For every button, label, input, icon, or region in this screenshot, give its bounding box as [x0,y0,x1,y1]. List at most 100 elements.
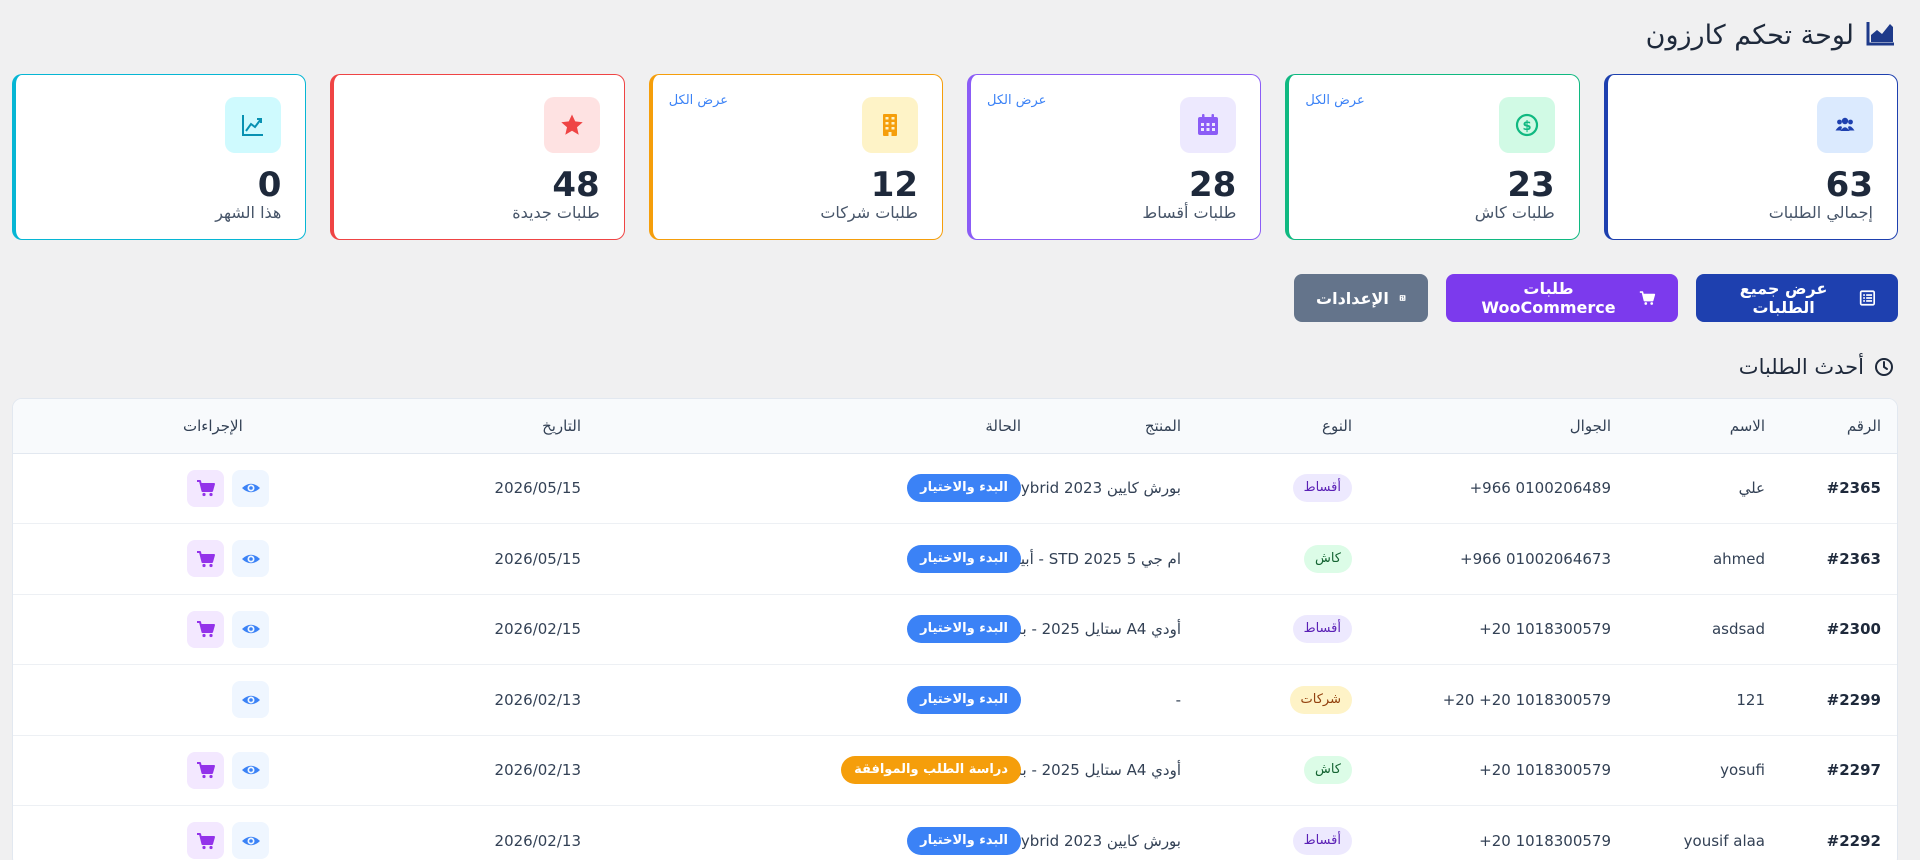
status-badge: البدء والاختيار [907,474,1021,503]
status-badge: دراسة الطلب والموافقة [841,756,1021,785]
col-actions-label: الإجراءات [183,416,243,435]
customer-phone: +966 01002064673 [1352,523,1625,595]
order-date: 2026/05/15 [269,523,581,595]
stat-label: هذا الشهر [215,203,282,222]
page-header: لوحة تحكم كارزون [12,0,1898,66]
order-number: #2297 [1765,735,1897,806]
status-cell: البدء والاختيار [581,805,1021,860]
settings-button[interactable]: الإعدادات [1294,274,1428,322]
status-cell: البدء والاختيار [581,594,1021,665]
product-name: بورش كايين E-Hybrid 2023 - أسود [949,805,1181,860]
star-icon [543,97,600,153]
sliders-icon [1399,295,1406,301]
customer-phone: +20 1018300579 [1352,805,1625,860]
view-button[interactable] [232,822,269,860]
order-number: #2292 [1765,805,1897,860]
status-badge: البدء والاختيار [907,826,1021,855]
stat-card: 63 إجمالي الطلبات [1603,74,1898,240]
product-name: ام جي 5 STD 2025 - أبيض [1003,523,1181,595]
col-status: الحالة [581,399,1021,454]
view-button[interactable] [232,540,269,578]
customer-name: علي [1625,453,1765,524]
order-date: 2026/02/13 [269,735,581,806]
order-date: 2026/02/13 [269,805,581,860]
actions-cell [13,735,269,806]
stat-label: إجمالي الطلبات [1768,203,1873,222]
stat-card: 28 طلبات أقساط عرض الكل [967,74,1262,240]
order-type-badge: كاش [1303,544,1352,573]
actions-cell [13,805,269,860]
view-button[interactable] [232,610,269,648]
actions-cell [13,523,269,595]
product-name: أودي A4 ستايل 2025 - برتقالي [981,594,1181,665]
eye-icon [241,478,261,498]
order-number: #2363 [1765,523,1897,595]
view-all-link[interactable]: عرض الكل [669,93,728,108]
eye-icon [241,549,261,569]
cart-button[interactable] [187,610,224,648]
col-type: النوع [1181,399,1352,454]
view-button[interactable] [232,681,269,719]
stat-card: 48 طلبات جديدة [330,74,625,240]
customer-name: yousif alaa [1625,805,1765,860]
all-orders-label: عرض جميع الطلبات [1739,279,1828,317]
stat-label: طلبات أقساط [1142,203,1237,222]
eye-icon [241,760,261,780]
status-cell: البدء والاختيار [581,664,1021,736]
calendar-icon [1180,97,1237,153]
stat-label: طلبات جديدة [512,203,600,222]
customer-name: asdsad [1625,594,1765,665]
actions-cell [13,453,269,524]
chart-line-icon [225,97,282,153]
col-product: المنتج [1021,399,1181,454]
stats-row: 63 إجمالي الطلبات $ 23 طلبات كاش عرض الك… [12,74,1898,240]
status-badge: البدء والاختيار [907,544,1021,573]
status-cell: البدء والاختيار [581,523,1021,595]
cart-button[interactable] [187,469,224,507]
actions-cell [13,594,269,665]
table-row: #2292 yousif alaa +20 1018300579 أقساط ب… [13,805,1897,860]
cart-button[interactable] [187,751,224,789]
woocommerce-orders-button[interactable]: طلبات WooCommerce [1446,274,1678,322]
chart-area-icon [1866,19,1896,51]
stat-label: طلبات كاش [1474,203,1555,222]
view-button[interactable] [232,751,269,789]
eye-icon [241,831,261,851]
stat-value: 63 [1825,165,1873,205]
view-all-link[interactable]: عرض الكل [1305,93,1364,108]
status-badge: البدء والاختيار [907,615,1021,644]
settings-label: الإعدادات [1316,288,1389,308]
product-name: أودي A4 ستايل 2025 - برتقالي [981,735,1181,806]
order-type-badge: أقساط [1292,826,1352,855]
cart-icon [196,619,216,639]
stat-card: 12 طلبات شركات عرض الكل [648,74,944,240]
cart-icon [196,760,216,780]
customer-phone: +20 1018300579 [1352,735,1625,806]
users-icon [1817,97,1873,153]
stat-value: 0 [257,165,282,205]
building-icon [862,97,919,153]
stat-value: 23 [1507,165,1555,205]
list-icon [1859,290,1876,306]
stat-card: $ 23 طلبات كاش عرض الكل [1285,74,1580,240]
customer-phone: +20 +20 1018300579 [1352,664,1625,736]
cart-icon [196,549,216,569]
recent-orders-table: الرقم الاسم الجوال النوع المنتج الحالة ا… [12,398,1898,860]
order-type-cell: كاش [1181,735,1352,806]
cart-icon [1639,291,1656,305]
order-type-cell: أقساط [1181,453,1352,524]
actions-cell [13,664,269,736]
order-number: #2300 [1765,594,1897,665]
order-number: #2365 [1765,453,1897,524]
cart-icon [196,831,216,851]
col-date: التاريخ [269,399,581,454]
stat-value: 28 [1189,165,1237,205]
all-orders-button[interactable]: عرض جميع الطلبات [1696,274,1898,322]
cart-button[interactable] [187,822,224,860]
stat-value: 12 [870,165,919,205]
view-all-link[interactable]: عرض الكل [987,93,1046,108]
view-button[interactable] [232,469,269,507]
cart-button[interactable] [187,540,224,578]
order-type-cell: كاش [1181,523,1352,595]
col-phone: الجوال [1352,399,1625,454]
